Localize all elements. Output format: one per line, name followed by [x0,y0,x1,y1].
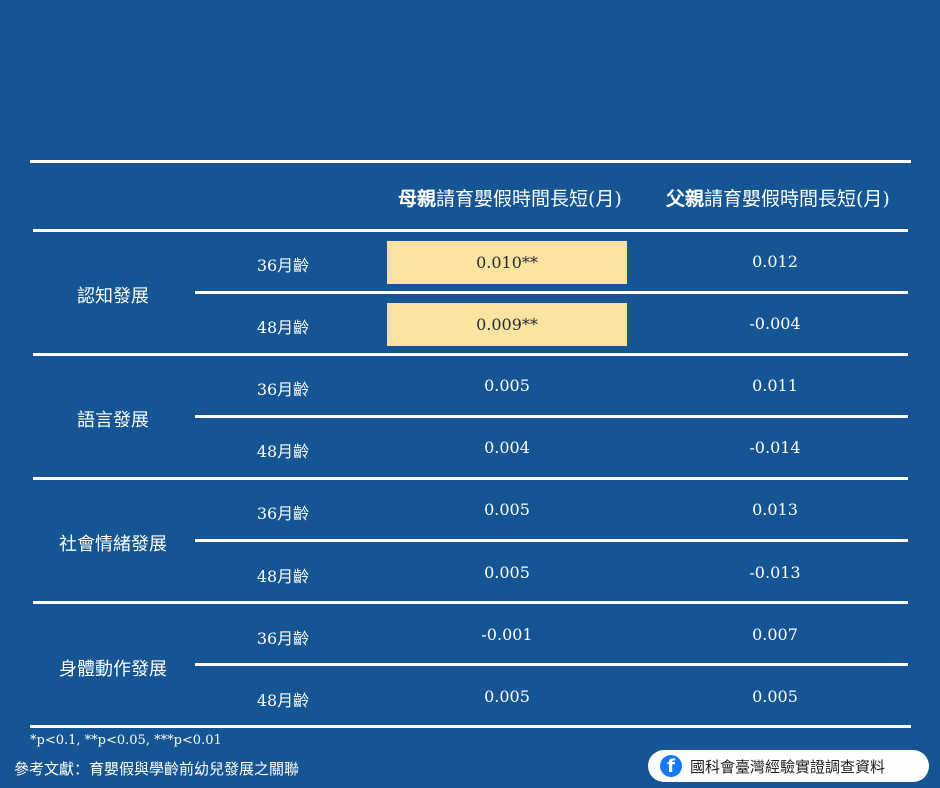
table-bottom-rule [30,725,911,728]
highlighted-value-cell: 0.009** [387,303,627,346]
group-divider [33,353,908,356]
row-age-label: 36月齡 [256,629,310,648]
row-age-label: 48月齡 [256,567,310,586]
father-value-cell: -0.014 [749,438,801,457]
father-value-cell: -0.004 [749,314,801,333]
source-badge-label: 國科會臺灣經驗實證調查資料 [690,757,886,776]
mother-value-cell: 0.005 [484,563,530,582]
father-value-cell: 0.013 [752,500,798,519]
mother-value-cell: 0.005 [484,376,530,395]
father-value-cell: 0.007 [752,625,798,644]
row-age-label: 48月齡 [256,318,310,337]
row-age-label: 36月齡 [256,504,310,523]
category-cognitive: 認知發展 [77,286,149,307]
row-age-label: 48月齡 [256,442,310,461]
row-age-label: 36月齡 [256,380,310,399]
mother-value-cell: 0.005 [484,687,530,706]
header-rule [33,229,908,232]
father-value-cell: 0.005 [752,687,798,706]
father-value-cell: -0.013 [749,563,801,582]
row-age-label: 36月齡 [256,256,310,275]
category-physical-motor: 身體動作發展 [59,659,167,680]
group-divider [33,601,908,604]
father-value-cell: 0.012 [752,252,798,271]
mother-value-cell: 0.005 [484,500,530,519]
father-value-cell: 0.011 [752,376,798,395]
highlighted-value-cell: 0.010** [387,241,627,284]
category-language: 語言發展 [77,410,149,431]
mother-column-header: 母親請育嬰假時間長短(月) [398,188,622,210]
facebook-icon: f [660,755,682,777]
mother-value-cell: -0.001 [481,625,533,644]
category-social-emotional: 社會情緒發展 [59,534,167,555]
group-divider [33,477,908,480]
table-top-rule [30,160,911,163]
row-age-label: 48月齡 [256,691,310,710]
significance-footnote: *p<0.1, **p<0.05, ***p<0.01 [30,733,222,748]
row-divider [195,291,908,294]
row-divider [195,415,908,418]
row-divider [195,663,908,666]
row-divider [195,539,908,542]
reference-text: 參考文獻：育嬰假與學齡前幼兒發展之關聯 [14,760,300,778]
source-badge[interactable]: f 國科會臺灣經驗實證調查資料 [648,750,929,782]
mother-value-cell: 0.004 [484,438,530,457]
father-column-header: 父親請育嬰假時間長短(月) [666,188,890,210]
